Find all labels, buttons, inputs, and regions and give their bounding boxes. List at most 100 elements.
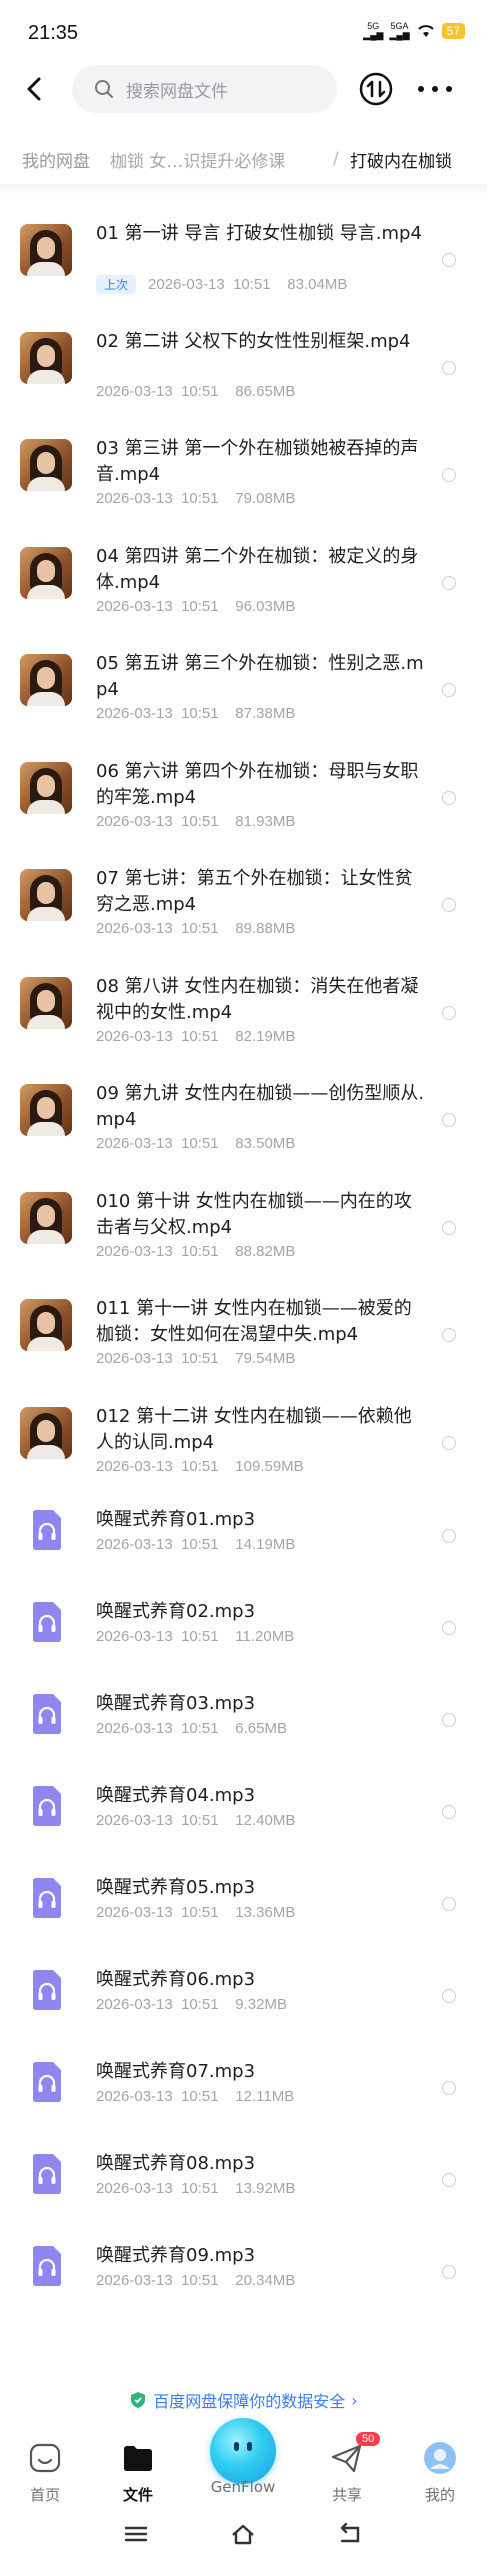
select-checkbox[interactable] (442, 1220, 456, 1235)
select-checkbox[interactable] (442, 2081, 456, 2095)
file-row[interactable]: 唤醒式养育05.mp3 2026-03-13 10:51 13.36MB (0, 1852, 487, 1944)
select-checkbox[interactable] (442, 575, 456, 590)
file-row[interactable]: 02 第二讲 父权下的女性性别框架.mp4 2026-03-13 10:51 86… (0, 302, 487, 410)
file-row[interactable]: 07 第七讲：第五个外在枷锁：让女性贫穷之恶.mp4 2026-03-13 10:… (0, 839, 487, 947)
file-size: 89.88MB (235, 920, 296, 937)
video-thumbnail (20, 1084, 72, 1136)
back-nav-icon[interactable] (337, 2522, 363, 2546)
breadcrumb-parent[interactable]: 枷锁 女…识提升必修课 (110, 147, 310, 172)
file-meta: 上次 2026-03-13 10:51 83.04MB (96, 275, 347, 294)
back-icon[interactable] (20, 74, 50, 104)
file-row[interactable]: 唤醒式养育02.mp3 2026-03-13 10:51 11.20MB (0, 1576, 487, 1668)
file-name: 05 第五讲 第三个外在枷锁：性别之恶.mp4 (96, 653, 424, 700)
select-checkbox[interactable] (442, 683, 456, 697)
genflow-button[interactable] (210, 2418, 276, 2484)
file-row[interactable]: 08 第八讲 女性内在枷锁：消失在他者凝视中的女性.mp4 2026-03-13 … (0, 947, 487, 1055)
file-name: 08 第八讲 女性内在枷锁：消失在他者凝视中的女性.mp4 (96, 975, 419, 1023)
file-date: 2026-03-13 10:51 (96, 2180, 219, 2197)
audio-file-icon (33, 1786, 61, 1826)
transfer-icon[interactable] (358, 71, 394, 107)
file-date: 2026-03-13 10:51 (96, 1027, 219, 1045)
file-row[interactable]: 09 第九讲 女性内在枷锁——创伤型顺从.mp4 2026-03-13 10:51… (0, 1054, 487, 1162)
file-meta: 2026-03-13 10:51 12.40MB (96, 1812, 295, 1829)
select-checkbox[interactable] (442, 790, 456, 805)
file-row[interactable]: 唤醒式养育03.mp3 2026-03-13 10:51 6.65MB (0, 1668, 487, 1760)
select-checkbox[interactable] (442, 1529, 456, 1543)
file-meta: 2026-03-13 10:51 13.36MB (96, 1904, 295, 1921)
file-name: 唤醒式养育03.mp3 (96, 1693, 256, 1714)
file-name: 唤醒式养育05.mp3 (96, 1877, 256, 1898)
more-icon[interactable] (418, 74, 452, 104)
tab-share[interactable]: 共享 (312, 2440, 382, 2505)
file-row[interactable]: 唤醒式养育01.mp3 2026-03-13 10:51 14.19MB (0, 1484, 487, 1576)
select-checkbox[interactable] (442, 1805, 456, 1819)
tab-me[interactable]: 我的 (405, 2440, 475, 2505)
select-checkbox[interactable] (442, 360, 456, 375)
file-row[interactable]: 唤醒式养育07.mp3 2026-03-13 10:51 12.11MB (0, 2036, 487, 2128)
file-meta: 2026-03-13 10:51 9.32MB (96, 1996, 287, 2013)
file-name: 04 第四讲 第二个外在枷锁：被定义的身体.mp4 (96, 545, 419, 593)
file-row[interactable]: 唤醒式养育04.mp3 2026-03-13 10:51 12.40MB (0, 1760, 487, 1852)
search-icon (95, 80, 113, 98)
file-meta: 2026-03-13 10:51 79.54MB (96, 1350, 295, 1367)
file-name: 唤醒式养育08.mp3 (96, 2153, 256, 2174)
file-size: 9.32MB (235, 1996, 287, 2013)
select-checkbox[interactable] (442, 2173, 456, 2187)
breadcrumb-current: 打破内在枷锁 (350, 151, 452, 172)
audio-file-icon (33, 2154, 61, 2194)
file-row[interactable]: 03 第三讲 第一个外在枷锁她被吞掉的声音.mp4 2026-03-13 10:5… (0, 409, 487, 517)
select-checkbox[interactable] (442, 253, 456, 267)
file-row[interactable]: 010 第十讲 女性内在枷锁——内在的攻击者与父权.mp4 2026-03-13 … (0, 1162, 487, 1270)
select-checkbox[interactable] (442, 2265, 456, 2279)
file-meta: 2026-03-13 10:51 89.88MB (96, 920, 295, 937)
file-size: 109.59MB (235, 1457, 304, 1475)
tab-files-label: 文件 (122, 2486, 153, 2504)
audio-file-icon (33, 2246, 61, 2286)
select-checkbox[interactable] (442, 1435, 456, 1450)
file-meta: 2026-03-13 10:51 87.38MB (96, 705, 295, 722)
file-row[interactable]: 01 第一讲 导言 打破女性枷锁 导言.mp4 上次 2026-03-13 10:5… (0, 194, 487, 302)
file-row[interactable]: 06 第六讲 第四个外在枷锁：母职与女职的牢笼.mp4 2026-03-13 10… (0, 732, 487, 840)
select-checkbox[interactable] (442, 1005, 456, 1020)
file-size: 96.03MB (235, 597, 296, 615)
file-name: 03 第三讲 第一个外在枷锁她被吞掉的声音.mp4 (96, 438, 419, 485)
select-checkbox[interactable] (442, 1897, 456, 1911)
file-row[interactable]: 05 第五讲 第三个外在枷锁：性别之恶.mp4 2026-03-13 10:51 … (0, 624, 487, 732)
file-row[interactable]: 唤醒式养育08.mp3 2026-03-13 10:51 13.92MB (0, 2128, 487, 2220)
select-checkbox[interactable] (442, 1713, 456, 1727)
file-row[interactable]: 04 第四讲 第二个外在枷锁：被定义的身体.mp4 2026-03-13 10:5… (0, 517, 487, 625)
select-checkbox[interactable] (442, 1113, 456, 1127)
tab-files[interactable]: 文件 (103, 2440, 173, 2505)
file-size: 81.93MB (235, 812, 296, 830)
safety-banner[interactable]: 百度网盘保障你的数据安全 › (0, 2388, 487, 2412)
file-date: 2026-03-13 10:51 (96, 1457, 219, 1475)
search-input[interactable]: 搜索网盘文件 (72, 65, 337, 113)
video-thumbnail (20, 1191, 72, 1244)
file-size: 11.20MB (235, 1628, 295, 1645)
file-size: 13.36MB (235, 1904, 296, 1921)
video-thumbnail (20, 546, 72, 599)
menu-icon[interactable] (123, 2522, 149, 2546)
select-checkbox[interactable] (442, 898, 456, 912)
tab-home[interactable]: 首页 (10, 2440, 80, 2505)
file-meta: 2026-03-13 10:51 6.65MB (96, 1720, 287, 1737)
status-time: 21:35 (28, 22, 79, 44)
signal-5ga-icon: 5GA ▂▄▆ (389, 21, 410, 40)
file-row[interactable]: 唤醒式养育06.mp3 2026-03-13 10:51 9.32MB (0, 1944, 487, 2036)
file-row[interactable]: 011 第十一讲 女性内在枷锁——被爱的枷锁：女性如何在渴望中失.mp4 2026… (0, 1269, 487, 1377)
file-meta: 2026-03-13 10:51 86.65MB (96, 383, 295, 400)
video-thumbnail (20, 1406, 72, 1459)
file-name: 09 第九讲 女性内在枷锁——创伤型顺从.mp4 (96, 1083, 425, 1130)
select-checkbox[interactable] (442, 1989, 456, 2003)
folder-icon (124, 2446, 152, 2471)
select-checkbox[interactable] (442, 1621, 456, 1635)
file-date: 2026-03-13 10:51 (96, 2272, 219, 2289)
select-checkbox[interactable] (442, 468, 456, 482)
file-size: 20.34MB (235, 2272, 296, 2289)
file-row[interactable]: 012 第十二讲 女性内在枷锁——依赖他人的认同.mp4 2026-03-13 1… (0, 1377, 487, 1485)
file-row[interactable]: 唤醒式养育09.mp3 2026-03-13 10:51 20.34MB (0, 2220, 487, 2312)
select-checkbox[interactable] (442, 1328, 456, 1342)
breadcrumb-root[interactable]: 我的网盘 (22, 147, 90, 172)
file-meta: 2026-03-13 10:51 109.59MB (96, 1458, 304, 1475)
home-nav-icon[interactable] (230, 2522, 256, 2546)
